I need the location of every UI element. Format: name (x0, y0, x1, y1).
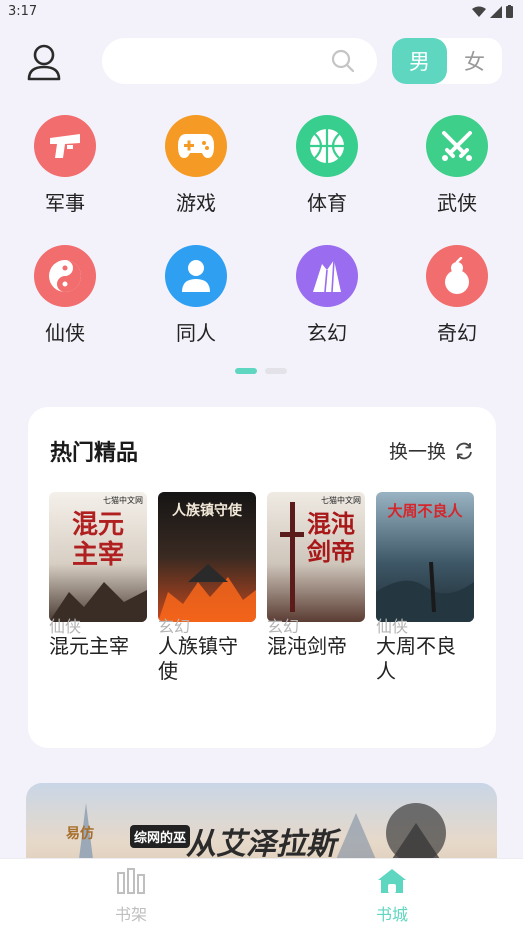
crossed-swords-icon (426, 115, 488, 177)
book-item[interactable]: 大周不良人 大周不良人 (376, 492, 474, 684)
publisher-logo: 七猫中文网 (321, 496, 361, 505)
status-time: 3:17 (8, 4, 38, 19)
book-cover[interactable]: 大周不良人 (376, 492, 474, 622)
refresh-icon (456, 442, 472, 459)
category-xuanhuan[interactable]: 玄幻 (277, 245, 377, 346)
pager-dot-active[interactable] (235, 368, 257, 374)
gender-female-tab[interactable]: 女 (447, 38, 502, 84)
category-pager (0, 368, 523, 374)
category-fantasy[interactable]: 奇幻 (407, 245, 507, 346)
category-sports[interactable]: 体育 (277, 115, 377, 216)
gamepad-icon (165, 115, 227, 177)
book-cover[interactable]: 七猫中文网 混沌 剑帝 (267, 492, 365, 622)
category-label: 体育 (307, 191, 347, 215)
status-icons (472, 5, 513, 18)
tab-bookstore[interactable]: 书城 (332, 867, 452, 925)
book-category: 玄幻 (267, 617, 300, 636)
book-cover[interactable]: 七猫中文网 混元 主宰 (49, 492, 147, 622)
search-icon[interactable] (331, 49, 355, 73)
basketball-icon (296, 115, 358, 177)
pager-dot[interactable] (265, 368, 287, 374)
book-title: 混沌剑帝 (267, 634, 347, 658)
search-input[interactable] (102, 38, 377, 84)
category-label: 玄幻 (307, 321, 347, 345)
top-bar: 男 女 (0, 38, 523, 86)
book-item[interactable]: 人族镇守使 人族镇守使 (158, 492, 256, 684)
battery-icon (506, 5, 513, 18)
book-category: 仙侠 (376, 617, 409, 636)
book-title: 混元主宰 (49, 634, 129, 658)
category-game[interactable]: 游戏 (146, 115, 246, 216)
category-wuxia[interactable]: 武侠 (407, 115, 507, 216)
category-label: 军事 (45, 191, 85, 215)
category-fanfic[interactable]: 同人 (146, 245, 246, 346)
hot-picks-title: 热门精品 (50, 441, 139, 466)
gun-icon (34, 115, 96, 177)
cover-art-title: 人族镇守使 (172, 503, 242, 519)
category-label: 游戏 (176, 191, 216, 215)
book-title: 大周不良人 (376, 634, 456, 683)
status-bar: 3:17 (0, 0, 523, 24)
category-label: 同人 (176, 321, 216, 345)
cover-art-title: 混沌 剑帝 (307, 509, 355, 566)
category-label: 奇幻 (437, 321, 477, 345)
gender-male-tab[interactable]: 男 (392, 38, 447, 84)
wifi-icon (472, 6, 486, 17)
tab-bookstore-label: 书城 (375, 905, 408, 924)
cover-art-title: 混元 主宰 (71, 510, 124, 570)
book-category: 仙侠 (49, 617, 82, 636)
person-icon (165, 245, 227, 307)
book-category: 玄幻 (158, 617, 191, 636)
signal-icon (490, 5, 502, 18)
bookshelf-icon (117, 868, 145, 894)
category-military[interactable]: 军事 (15, 115, 115, 216)
cover-art-title: 大周不良人 (387, 502, 463, 520)
gender-switch: 男 女 (392, 38, 502, 84)
book-cover[interactable]: 人族镇守使 (158, 492, 256, 622)
banner-subtitle: 综网的巫 (130, 825, 191, 848)
banner-tag: 易仿 (66, 826, 94, 842)
tab-bookshelf[interactable]: 书架 (71, 867, 191, 925)
yin-yang-icon (34, 245, 96, 307)
banner-title: 从艾泽拉斯 (186, 827, 336, 862)
category-label: 仙侠 (45, 321, 85, 345)
user-icon (27, 44, 61, 81)
publisher-logo: 七猫中文网 (103, 496, 143, 505)
gourd-icon (426, 245, 488, 307)
hot-picks-card: 热门精品 换一换 七猫中文网 混元 主宰 混元主宰 仙侠 人族镇守使 人族镇守使 … (28, 407, 496, 748)
category-xianxia[interactable]: 仙侠 (15, 245, 115, 346)
tab-bookshelf-label: 书架 (114, 905, 147, 924)
home-icon (378, 869, 406, 893)
user-profile-button[interactable] (24, 42, 64, 82)
refresh-label: 换一换 (388, 441, 446, 463)
refresh-button[interactable]: 换一换 (389, 437, 474, 464)
book-title: 人族镇守使 (158, 634, 238, 683)
category-label: 武侠 (437, 191, 477, 215)
bottom-tab-bar: 书架 书城 (0, 858, 523, 931)
crystal-icon (296, 245, 358, 307)
